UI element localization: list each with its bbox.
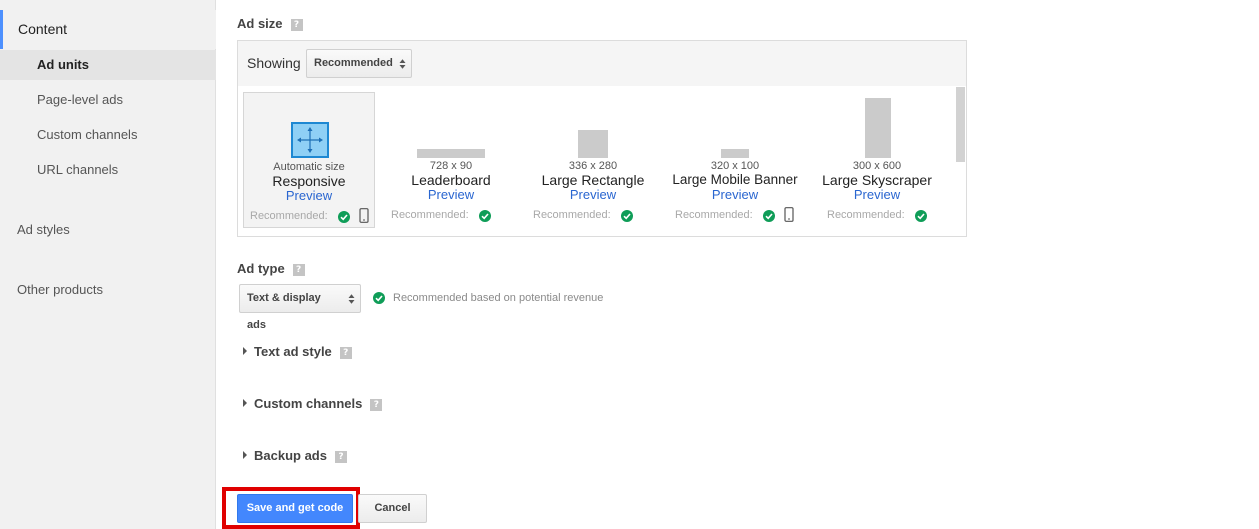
save-and-get-code-button[interactable]: Save and get code [237, 494, 353, 523]
help-icon[interactable]: ? [334, 450, 347, 463]
section-text-ad-style[interactable]: Text ad style? [243, 344, 352, 359]
section-backup-ads[interactable]: Backup ads? [243, 448, 347, 463]
size-name: Large Rectangle [541, 172, 645, 188]
check-circle-icon [763, 210, 775, 222]
section-custom-channels[interactable]: Custom channels? [243, 396, 383, 411]
recommended-row: Recommended: [385, 206, 517, 224]
ad-type-select[interactable]: Text & display ads [239, 284, 361, 331]
sidebar-group-other-products[interactable]: Other products [17, 282, 103, 297]
showing-select[interactable]: Recommended [306, 49, 412, 78]
ad-size-title: Ad size [237, 16, 283, 31]
help-icon[interactable]: ? [292, 263, 305, 276]
ad-size-card-leaderboard[interactable]: 728 x 90 Leaderboard Preview Recommended… [385, 92, 517, 228]
size-dims: 728 x 90 [429, 160, 473, 172]
cancel-button[interactable]: Cancel [358, 494, 427, 523]
mobile-phone-icon [359, 208, 369, 223]
expand-arrow-icon [243, 399, 247, 407]
size-name: Responsive [272, 173, 346, 189]
select-arrows-icon [348, 293, 355, 304]
check-circle-icon [338, 211, 350, 223]
recommended-label: Recommended: [675, 209, 753, 221]
ad-size-scrollbar[interactable] [956, 87, 965, 162]
help-icon[interactable]: ? [370, 398, 383, 411]
sidebar-item-custom-channels[interactable]: Custom channels [0, 120, 216, 150]
sidebar-item-page-level-ads[interactable]: Page-level ads [0, 85, 216, 115]
ad-size-list: Automatic size Responsive Preview Recomm… [238, 87, 956, 237]
ad-type-select-value: Text & display ads [247, 292, 321, 331]
sidebar-item-url-channels[interactable]: URL channels [0, 155, 216, 185]
recommended-row: Recommended: [811, 206, 943, 224]
expand-arrow-icon [243, 451, 247, 459]
leaderboard-shape [417, 149, 485, 158]
expand-arrow-icon [243, 347, 247, 355]
recommended-label: Recommended: [250, 210, 328, 222]
help-icon[interactable]: ? [290, 18, 303, 31]
select-arrows-icon [399, 58, 406, 69]
sidebar-heading-content[interactable]: Content [0, 10, 216, 49]
responsive-size-icon [291, 122, 329, 158]
showing-select-value: Recommended [314, 57, 393, 69]
large-mobile-banner-shape [721, 149, 749, 158]
check-circle-icon [373, 292, 385, 304]
size-name: Large Skyscraper [822, 172, 932, 188]
ad-size-section-title: Ad size? [237, 16, 303, 31]
sidebar: Content Ad units Page-level ads Custom c… [0, 0, 216, 529]
size-name: Leaderboard [411, 172, 491, 188]
preview-link[interactable]: Preview [527, 187, 659, 202]
recommended-row: Recommended: [244, 207, 374, 225]
size-dims: Automatic size [273, 161, 345, 173]
section-label: Text ad style [254, 344, 332, 359]
recommended-label: Recommended: [533, 209, 611, 221]
ad-type-section-title: Ad type? [237, 261, 305, 276]
ad-type-note: Recommended based on potential revenue [393, 292, 604, 304]
recommended-row: Recommended: [527, 206, 659, 224]
check-circle-icon [621, 210, 633, 222]
section-label: Custom channels [254, 396, 363, 411]
preview-link[interactable]: Preview [385, 187, 517, 202]
ad-size-card-large-skyscraper[interactable]: 300 x 600 Large Skyscraper Preview Recom… [811, 92, 943, 228]
help-icon[interactable]: ? [339, 346, 352, 359]
sidebar-group-ad-styles[interactable]: Ad styles [17, 222, 70, 237]
recommended-row: Recommended: [669, 206, 801, 224]
large-skyscraper-shape [865, 98, 891, 158]
size-name: Large Mobile Banner [672, 172, 798, 187]
size-dims: 336 x 280 [568, 160, 618, 172]
size-dims: 300 x 600 [852, 160, 902, 172]
preview-link[interactable]: Preview [244, 188, 374, 203]
large-rectangle-shape [578, 130, 608, 158]
size-dims: 320 x 100 [710, 160, 760, 172]
sidebar-item-ad-units[interactable]: Ad units [0, 50, 216, 80]
mobile-phone-icon [784, 207, 794, 222]
ad-size-card-responsive[interactable]: Automatic size Responsive Preview Recomm… [243, 92, 375, 228]
ad-size-panel: Showing Recommended Automatic size Respo… [237, 40, 967, 237]
recommended-label: Recommended: [827, 209, 905, 221]
ad-size-filter-bar: Showing Recommended [238, 41, 966, 86]
ad-type-title: Ad type [237, 261, 285, 276]
showing-label: Showing [247, 55, 301, 71]
preview-link[interactable]: Preview [811, 187, 943, 202]
ad-size-card-large-rectangle[interactable]: 336 x 280 Large Rectangle Preview Recomm… [527, 92, 659, 228]
check-circle-icon [479, 210, 491, 222]
preview-link[interactable]: Preview [669, 187, 801, 202]
check-circle-icon [915, 210, 927, 222]
recommended-label: Recommended: [391, 209, 469, 221]
section-label: Backup ads [254, 448, 327, 463]
ad-size-card-large-mobile-banner[interactable]: 320 x 100 Large Mobile Banner Preview Re… [669, 92, 801, 228]
